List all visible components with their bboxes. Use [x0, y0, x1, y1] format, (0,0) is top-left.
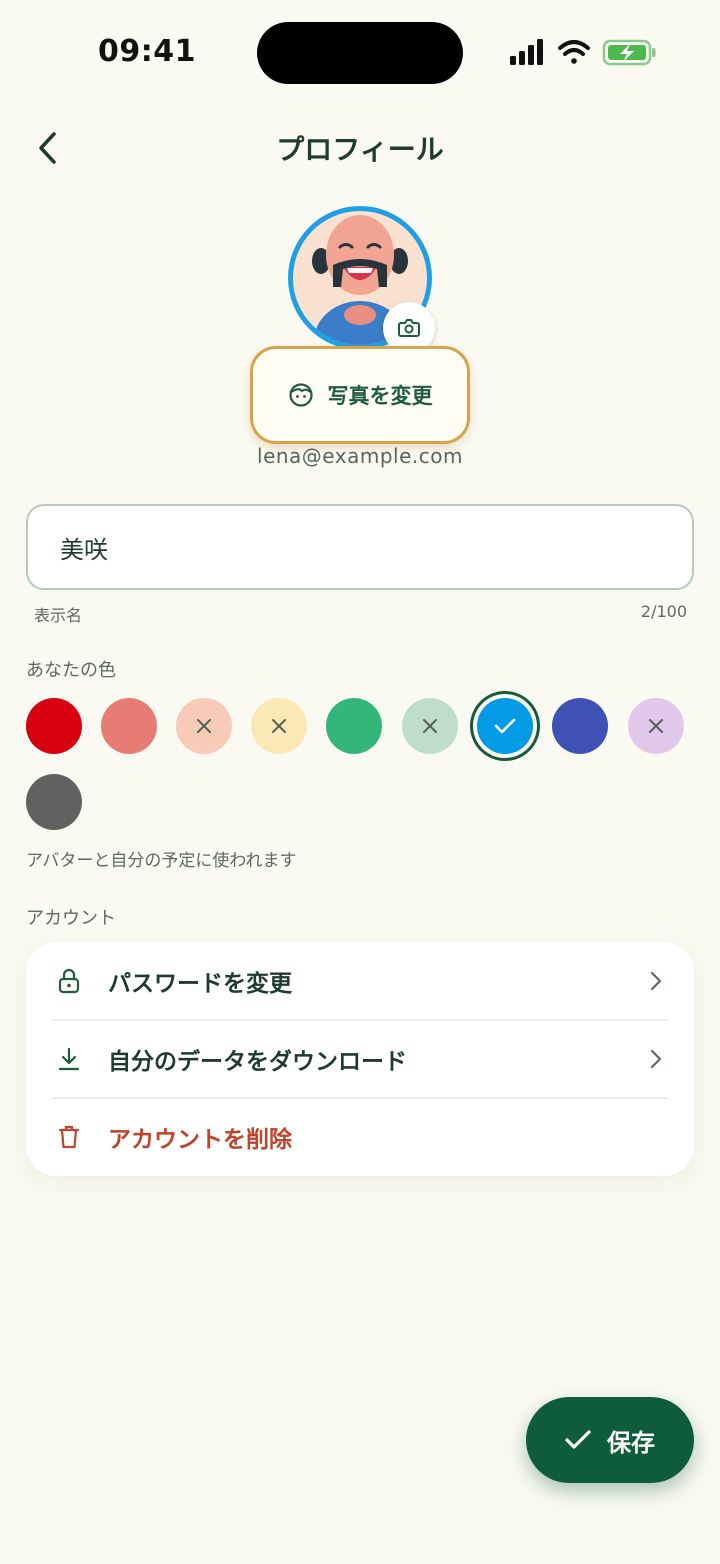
color-swatch-indigo[interactable]: [552, 698, 608, 754]
status-icons: [508, 36, 658, 70]
color-swatch-gray[interactable]: [26, 774, 82, 830]
color-swatch-lavender[interactable]: [628, 698, 684, 754]
color-section-label: あなたの色: [26, 660, 116, 681]
lock-icon: [54, 966, 84, 996]
save-button[interactable]: 保存: [526, 1397, 694, 1483]
check-icon: [565, 1430, 591, 1449]
delete-account-row[interactable]: アカウントを削除: [26, 1098, 694, 1176]
chevron-right-icon: [644, 1047, 668, 1071]
check-icon: [494, 718, 516, 734]
color-swatch-salmon[interactable]: [101, 698, 157, 754]
account-card: パスワードを変更 自分のデータをダウンロード アカウントを削除: [26, 942, 694, 1176]
color-swatch-red[interactable]: [26, 698, 82, 754]
trash-icon: [54, 1122, 84, 1152]
camera-icon: [398, 319, 420, 337]
x-icon: [197, 719, 211, 733]
download-icon: [54, 1044, 84, 1074]
x-icon: [423, 719, 437, 733]
dynamic-island: [257, 22, 463, 84]
change-password-label: パスワードを変更: [108, 971, 292, 997]
signal-icon: [510, 39, 543, 65]
delete-account-label: アカウントを削除: [108, 1127, 292, 1153]
download-data-label: 自分のデータをダウンロード: [108, 1049, 407, 1075]
page-title: プロフィール: [276, 133, 444, 166]
chevron-right-icon: [644, 969, 668, 993]
save-label: 保存: [607, 1428, 655, 1457]
account-section-label: アカウント: [26, 908, 116, 929]
change-password-row[interactable]: パスワードを変更: [26, 942, 694, 1020]
change-photo-button[interactable]: 写真を変更: [250, 346, 470, 444]
color-swatch-green[interactable]: [326, 698, 382, 754]
color-swatch-peach[interactable]: [176, 698, 232, 754]
display-name-input[interactable]: [28, 506, 692, 588]
back-button[interactable]: [24, 124, 72, 172]
color-swatch-cream[interactable]: [251, 698, 307, 754]
face-icon: [288, 383, 313, 407]
battery-icon: [602, 39, 656, 66]
display-name-counter: 2/100: [640, 602, 687, 621]
change-photo-label: 写真を変更: [327, 384, 433, 408]
display-name-field[interactable]: [26, 504, 694, 590]
status-time: 09:41: [98, 34, 196, 69]
chevron-left-icon: [39, 132, 56, 164]
x-icon: [649, 719, 663, 733]
x-icon: [272, 719, 286, 733]
color-swatch-mint[interactable]: [402, 698, 458, 754]
color-swatch-blue[interactable]: [477, 698, 533, 754]
display-name-label: 表示名: [34, 606, 83, 625]
color-hint: アバターと自分の予定に使われます: [26, 851, 297, 871]
account-email: lena@example.com: [257, 444, 463, 468]
download-data-row[interactable]: 自分のデータをダウンロード: [26, 1020, 694, 1098]
wifi-icon: [558, 40, 590, 64]
